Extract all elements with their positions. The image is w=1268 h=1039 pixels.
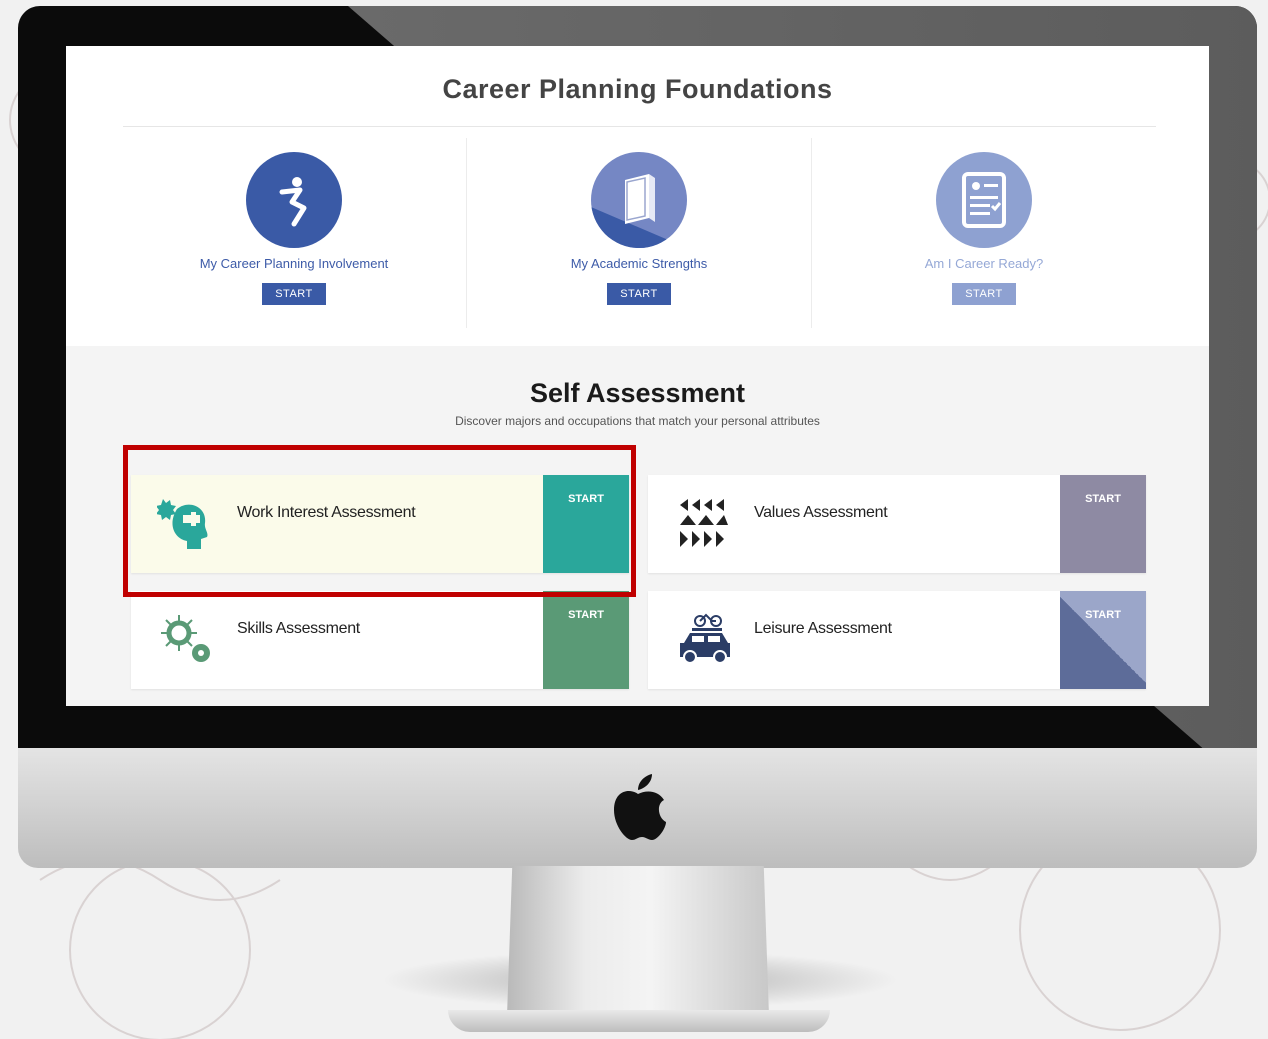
monitor-stand <box>507 866 769 1016</box>
title-divider <box>123 126 1156 127</box>
card-leisure[interactable]: Leisure Assessment START <box>648 591 1146 689</box>
apple-logo-icon <box>614 774 666 840</box>
card-skills[interactable]: Skills Assessment START <box>131 591 629 689</box>
card-work-interest[interactable]: Work Interest Assessment START <box>131 475 629 573</box>
car-with-bike-icon <box>680 613 730 664</box>
self-assessment-subtitle: Discover majors and occupations that mat… <box>455 414 820 428</box>
monitor-screen: Career Planning Foundations My Career Pl… <box>66 46 1209 706</box>
start-button-work-interest[interactable]: START <box>543 475 629 573</box>
self-assessment-title: Self Assessment <box>529 378 746 408</box>
head-puzzle-icon <box>157 499 208 549</box>
foundation-label: My Academic Strengths <box>570 256 708 271</box>
foundation-label: My Career Planning Involvement <box>199 256 389 271</box>
start-button-career-ready[interactable]: START <box>952 283 1016 305</box>
monitor-stand-foot <box>448 1010 830 1032</box>
start-button-academic-strengths[interactable]: START <box>607 283 671 305</box>
start-button-values[interactable]: START <box>1060 475 1146 573</box>
card-label: Leisure Assessment <box>754 620 892 637</box>
card-label: Values Assessment <box>754 504 888 521</box>
foundation-item-career-involvement[interactable]: My Career Planning Involvement START <box>122 136 466 341</box>
triangles-pattern-icon <box>680 499 728 547</box>
checklist-icon <box>936 152 1032 248</box>
monitor-bezel: Career Planning Foundations My Career Pl… <box>18 6 1257 749</box>
career-planning-foundations-title: Career Planning Foundations <box>442 74 833 104</box>
card-label: Work Interest Assessment <box>237 504 416 521</box>
start-button-leisure[interactable]: START <box>1060 591 1146 689</box>
self-assessment-section: Self Assessment Discover majors and occu… <box>66 346 1209 706</box>
runner-icon <box>246 152 342 248</box>
foundation-label: Am I Career Ready? <box>924 256 1044 271</box>
book-icon <box>591 152 687 248</box>
card-values[interactable]: Values Assessment START <box>648 475 1146 573</box>
gear-sun-icon <box>161 615 210 662</box>
start-button-career-involvement[interactable]: START <box>262 283 326 305</box>
start-button-skills[interactable]: START <box>543 591 629 689</box>
foundation-item-career-ready[interactable]: Am I Career Ready? START <box>812 136 1156 341</box>
card-label: Skills Assessment <box>237 620 360 637</box>
foundation-item-academic-strengths[interactable]: My Academic Strengths START <box>467 136 811 341</box>
